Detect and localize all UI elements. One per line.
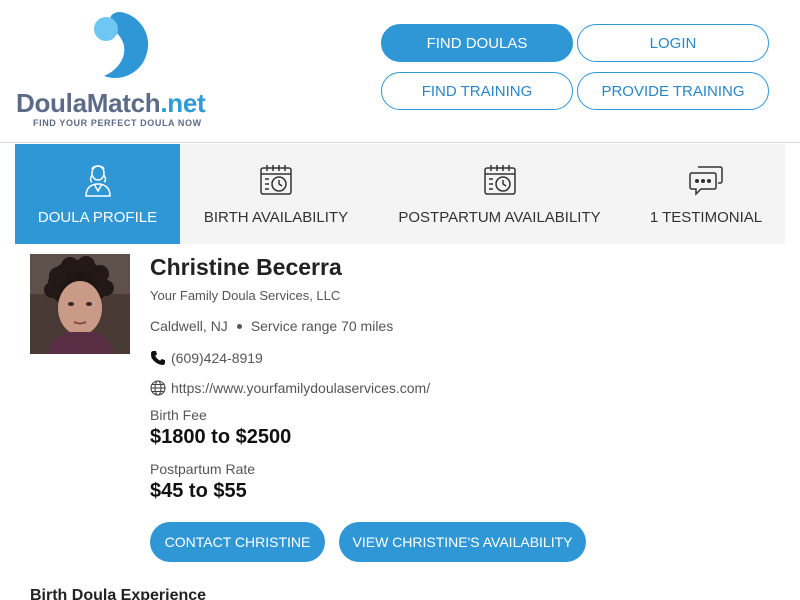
phone-row[interactable]: (609)424-8919 (150, 350, 263, 366)
doula-name: Christine Becerra (150, 254, 342, 280)
find-training-button[interactable]: FIND TRAINING (381, 72, 573, 110)
doula-photo (30, 254, 130, 354)
calendar-clock-icon (482, 162, 518, 198)
birth-fee-value: $1800 to $2500 (150, 426, 292, 448)
profile-tabs: DOULA PROFILE BIRTH AVAILABILITY POSTPAR… (15, 144, 785, 244)
login-button[interactable]: LOGIN (577, 24, 769, 62)
logo-wordmark: DoulaMatch.net (16, 88, 206, 118)
tab-birth-availability[interactable]: BIRTH AVAILABILITY (180, 144, 372, 244)
tab-label: DOULA PROFILE (37, 209, 158, 226)
logo-drop-icon (94, 12, 149, 78)
tab-label: POSTPARTUM AVAILABILITY (398, 209, 601, 226)
view-availability-button[interactable]: VIEW CHRISTINE'S AVAILABILITY (339, 522, 586, 562)
tab-postpartum-availability[interactable]: POSTPARTUM AVAILABILITY (372, 144, 627, 244)
tab-doula-profile[interactable]: DOULA PROFILE (15, 144, 180, 244)
website-row[interactable]: https://www.yourfamilydoulaservices.com/ (150, 380, 430, 396)
separator-dot (236, 323, 242, 329)
logo-tagline: FIND YOUR PERFECT DOULA NOW (33, 118, 202, 128)
provide-training-button[interactable]: PROVIDE TRAINING (577, 72, 769, 110)
birth-fee-label: Birth Fee (150, 407, 207, 423)
doula-person-icon (80, 162, 116, 198)
phone-icon (150, 350, 166, 366)
doula-city: Caldwell, NJ (150, 318, 228, 334)
site-header: DoulaMatch.net FIND YOUR PERFECT DOULA N… (0, 0, 800, 143)
service-range: Service range 70 miles (250, 318, 394, 334)
doula-location: Caldwell, NJ Service range 70 miles (150, 318, 393, 334)
contact-doula-button[interactable]: CONTACT CHRISTINE (150, 522, 325, 562)
globe-icon (150, 380, 166, 396)
tab-label: 1 TESTIMONIAL (649, 209, 763, 226)
section-title-experience: Birth Doula Experience (30, 587, 207, 600)
postpartum-rate-value: $45 to $55 (150, 480, 247, 502)
find-doulas-button[interactable]: FIND DOULAS (381, 24, 573, 62)
chat-bubbles-icon (688, 162, 724, 198)
site-logo[interactable]: DoulaMatch.net FIND YOUR PERFECT DOULA N… (16, 12, 216, 132)
tab-testimonials[interactable]: 1 TESTIMONIAL (627, 144, 785, 244)
postpartum-rate-label: Postpartum Rate (150, 461, 256, 477)
doula-company: Your Family Doula Services, LLC (150, 288, 341, 303)
phone-number[interactable]: (609)424-8919 (171, 350, 263, 366)
calendar-clock-icon (258, 162, 294, 198)
tab-label: BIRTH AVAILABILITY (203, 209, 349, 226)
website-link[interactable]: https://www.yourfamilydoulaservices.com/ (171, 380, 430, 396)
